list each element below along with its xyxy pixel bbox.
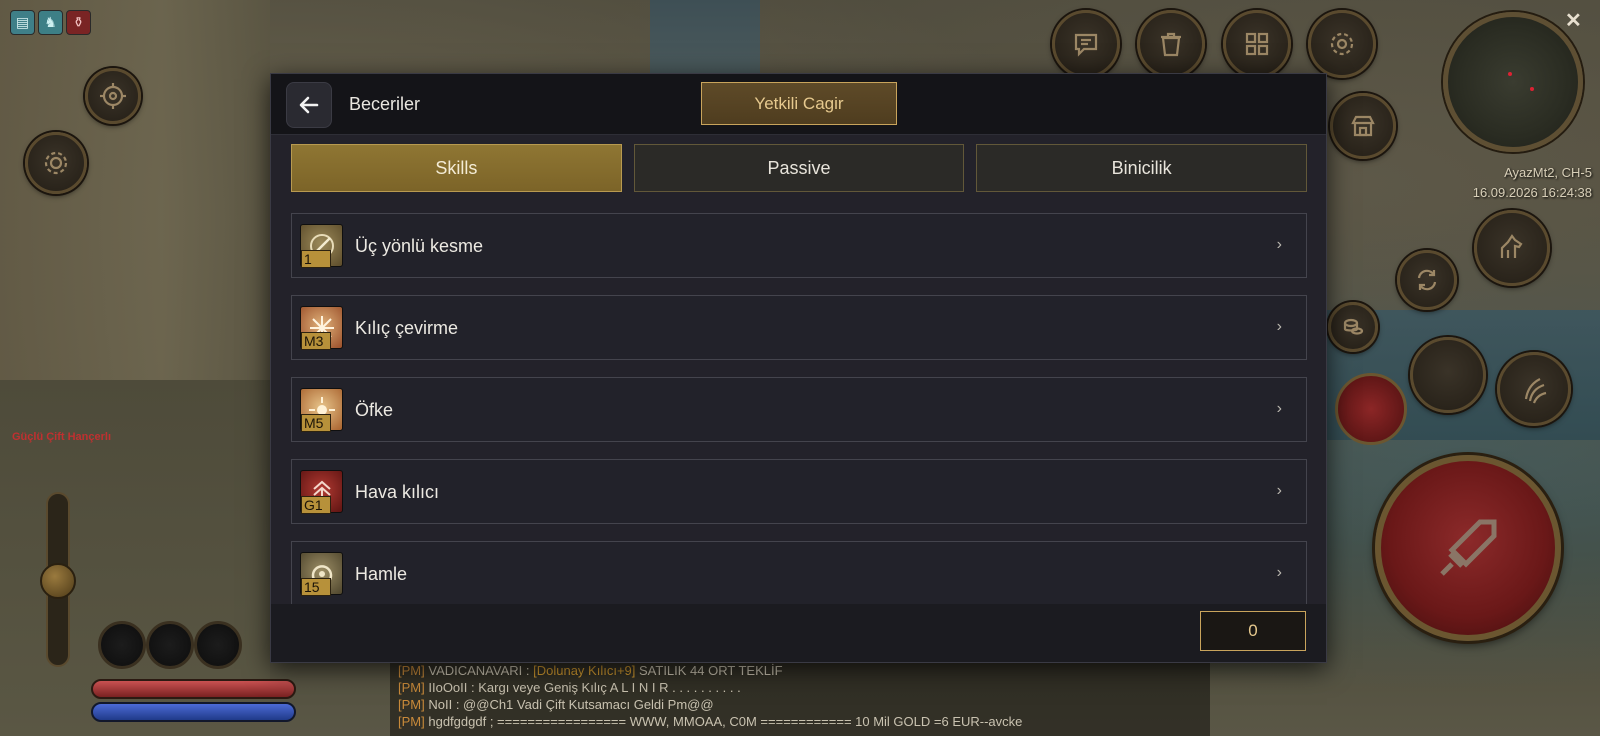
- menu-grid-button[interactable]: [1223, 10, 1291, 78]
- chat-line: [PM] NoII : @@Ch1 Vadi Çift Kutsamacı Ge…: [398, 697, 714, 712]
- zoom-slider-knob[interactable]: [40, 563, 76, 599]
- attack-button[interactable]: [1375, 455, 1561, 641]
- spirit-buff-icon: ♞: [38, 10, 63, 35]
- chevron-right-icon: ›: [1276, 564, 1282, 581]
- background-waterfall: [650, 0, 760, 80]
- skill-level-badge: 15: [301, 578, 331, 596]
- skill-name: Öfke: [355, 400, 394, 420]
- chat-text: Kargı veye Geniş Kılıç A L I N I R . . .…: [478, 680, 741, 695]
- skill-row[interactable]: M3 Kılıç çevirme ›: [291, 295, 1307, 360]
- chat-prefix: [PM]: [398, 663, 425, 678]
- skill-row[interactable]: 1 Üç yönlü kesme ›: [291, 213, 1307, 278]
- arrow-left-icon: [299, 96, 319, 114]
- crosshair-icon: [100, 83, 126, 109]
- call-gm-button[interactable]: Yetkili Cagir: [701, 82, 897, 125]
- claw-skill-button[interactable]: [1497, 352, 1571, 426]
- coins-icon: [1343, 318, 1364, 335]
- dialog-title: Beceriler: [349, 94, 421, 114]
- chat-line: [PM] IIoOoII : Kargı veye Geniş Kılıç A …: [398, 680, 741, 695]
- mp-bar: [91, 702, 296, 722]
- skill-row[interactable]: M5 Öfke ›: [291, 377, 1307, 442]
- gold-button[interactable]: [1328, 302, 1378, 352]
- sword-icon: [1440, 519, 1497, 576]
- chat-text: @@Ch1 Vadi Çift Kutsamacı Geldi Pm@@: [463, 697, 714, 712]
- chat-prefix: [PM]: [398, 714, 425, 729]
- buff-bar: ▤ ♞ ⚱: [10, 10, 91, 35]
- skill-level-badge: M5: [301, 414, 331, 432]
- server-datetime: 16.09.2026 16:24:38: [1472, 185, 1592, 200]
- grid-icon: [1245, 32, 1269, 56]
- skill-level-badge: G1: [301, 496, 331, 514]
- server-info: AyazMt2, CH-5 16.09.2026 16:24:38: [1473, 163, 1592, 203]
- chevron-right-icon: ›: [1276, 236, 1282, 253]
- quick-slot-2[interactable]: [146, 621, 194, 669]
- skills-dialog: Beceriler Yetkili Cagir Skills Passive B…: [270, 73, 1327, 663]
- chat-line: [PM] VADICANAVARI : [Dolunay Kılıcı+9] S…: [398, 663, 783, 678]
- switch-button[interactable]: [1397, 250, 1457, 310]
- skill-level-badge: 1: [301, 250, 331, 268]
- red-skill-button[interactable]: [1335, 373, 1407, 445]
- quick-slot-3[interactable]: [194, 621, 242, 669]
- skill-name: Üç yönlü kesme: [355, 236, 484, 256]
- refresh-icon: [1417, 269, 1437, 291]
- skill-name: Kılıç çevirme: [355, 318, 459, 338]
- chat-bubble-icon: [1074, 33, 1098, 57]
- chat-item-link[interactable]: [Dolunay Kılıcı+9]: [533, 663, 635, 678]
- scroll-buff-icon: ▤: [10, 10, 35, 35]
- skill-row[interactable]: G1 Hava kılıcı ›: [291, 459, 1307, 524]
- chevron-right-icon: ›: [1276, 482, 1282, 499]
- chat-sender: NoII: [428, 697, 453, 712]
- tab-skills[interactable]: Skills: [291, 144, 622, 192]
- chat-text: ================= WWW, MMOAA, C0M ======…: [497, 714, 1023, 729]
- empty-skill-slot[interactable]: [1410, 337, 1486, 413]
- dialog-footer: 0: [271, 604, 1326, 662]
- chevron-right-icon: ›: [1276, 400, 1282, 417]
- npc-name-label: Güçlü Çift Hançerlı: [12, 431, 112, 443]
- chat-button[interactable]: [1052, 10, 1120, 78]
- skill-level-badge: M3: [301, 332, 331, 350]
- skill-name: Hamle: [355, 564, 408, 584]
- minimap[interactable]: [1443, 12, 1583, 152]
- chat-text: SATILIK 44 ORT TEKLİF: [639, 663, 783, 678]
- skill-tabs: Skills Passive Binicilik: [291, 144, 1308, 192]
- chat-sender: hgdfgdgdf: [428, 714, 487, 729]
- shop-icon: [1351, 115, 1375, 137]
- mount-button[interactable]: [1474, 210, 1550, 286]
- skill-list[interactable]: 1 Üç yönlü kesme › M3 Kılıç çevirme › M5…: [291, 213, 1307, 608]
- tab-passive[interactable]: Passive: [633, 144, 965, 192]
- minimap-enemy-dot: [1508, 72, 1512, 76]
- skill-points-counter: 0: [1200, 611, 1306, 651]
- chat-sender: IIoOoII: [428, 680, 468, 695]
- chat-prefix: [PM]: [398, 680, 425, 695]
- server-channel: AyazMt2, CH-5: [1504, 165, 1592, 180]
- gear-icon: [1330, 32, 1354, 56]
- back-button[interactable]: [286, 82, 332, 128]
- gear-icon: [44, 151, 68, 175]
- quick-slot-1[interactable]: [98, 621, 146, 669]
- chat-log: [PM] VADICANAVARI : [Dolunay Kılıcı+9] S…: [390, 662, 1210, 736]
- minimap-enemy-dot: [1530, 87, 1534, 91]
- skill-row[interactable]: 15 Hamle ›: [291, 541, 1307, 606]
- chat-sender: VADICANAVARI: [428, 663, 523, 678]
- potion-buff-icon: ⚱: [66, 10, 91, 35]
- chat-line: [PM] hgdfgdgdf ; ================= WWW, …: [398, 714, 1023, 729]
- chat-prefix: [PM]: [398, 697, 425, 712]
- chevron-right-icon: ›: [1276, 318, 1282, 335]
- shop-button[interactable]: [1330, 93, 1396, 159]
- delete-button[interactable]: [1137, 10, 1205, 78]
- minimap-close-icon[interactable]: ✕: [1565, 8, 1582, 33]
- hp-bar: [91, 679, 296, 699]
- settings-button[interactable]: [1308, 10, 1376, 78]
- settings-side-button[interactable]: [25, 132, 87, 194]
- tab-riding[interactable]: Binicilik: [976, 144, 1308, 192]
- skill-name: Hava kılıcı: [355, 482, 440, 502]
- claw-icon: [1524, 378, 1547, 404]
- horse-icon: [1500, 234, 1523, 258]
- target-button[interactable]: [85, 68, 141, 124]
- trash-icon: [1161, 32, 1181, 57]
- dialog-header: Beceriler Yetkili Cagir: [271, 74, 1326, 135]
